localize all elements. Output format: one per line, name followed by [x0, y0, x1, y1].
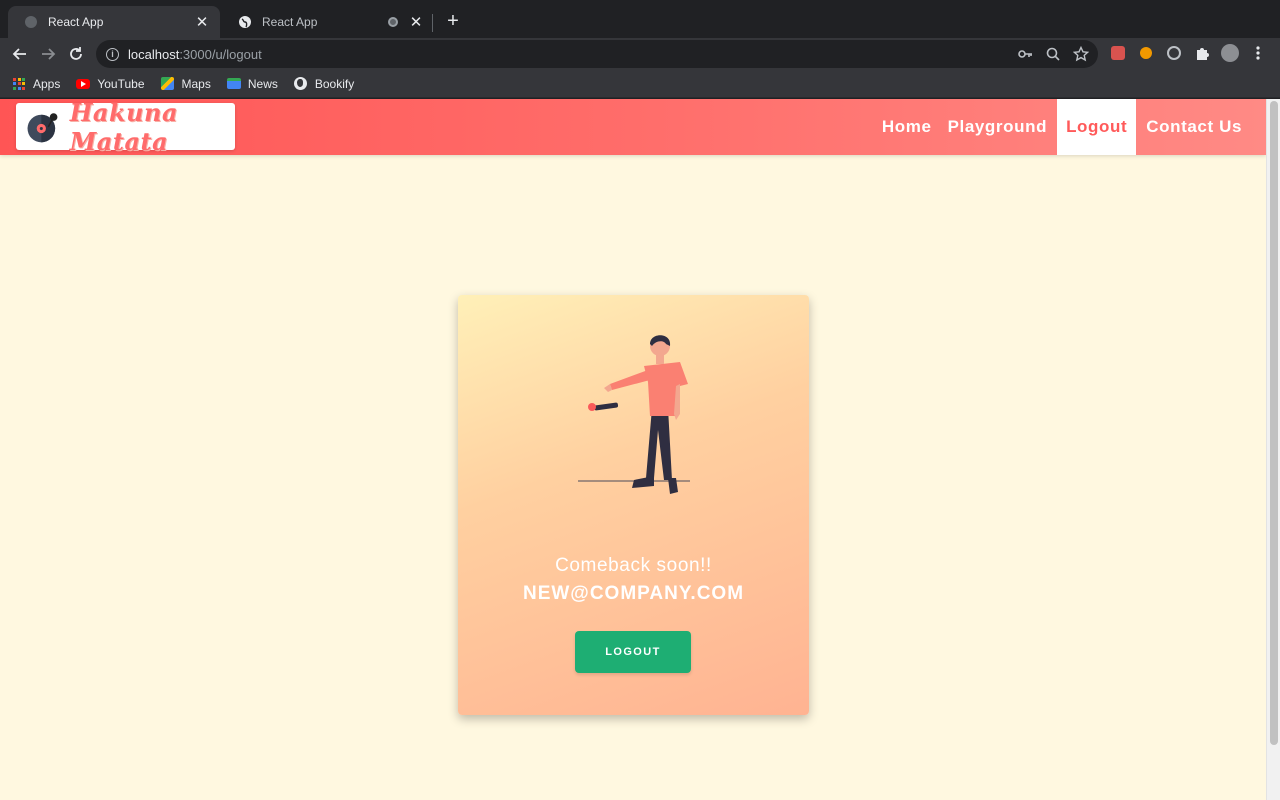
tab-favicon-icon — [24, 15, 38, 29]
tab-title: React App — [262, 15, 318, 29]
page-viewport: Hakuna Matata Home Playground Logout Con… — [0, 99, 1280, 800]
user-email: NEW@COMPANY.COM — [522, 583, 745, 604]
main-nav: Home Playground Logout Contact Us — [874, 99, 1266, 155]
bookmark-label: Bookify — [314, 76, 355, 91]
site-info-icon[interactable]: i — [106, 47, 119, 61]
comeback-message: Comeback soon!! — [555, 555, 712, 576]
tab-close-icon[interactable]: ✕ — [194, 13, 210, 31]
bookmark-label: YouTube — [97, 76, 145, 91]
bookmark-star-icon[interactable] — [1072, 44, 1090, 64]
news-icon — [226, 77, 241, 91]
browser-tab-inactive[interactable]: React App ✕ — [222, 6, 434, 38]
bookmark-label: Maps — [181, 76, 211, 91]
bookmark-bookify[interactable]: Bookify — [294, 77, 354, 91]
logout-card: Comeback soon!! NEW@COMPANY.COM LOGOUT — [458, 295, 809, 715]
browser-tab-strip: React App ✕ React App ✕ + — [0, 0, 1280, 38]
globe-icon — [294, 77, 308, 91]
page-scrollbar[interactable] — [1266, 99, 1280, 800]
forward-arrow-icon[interactable] — [36, 42, 60, 66]
zoom-icon[interactable] — [1044, 44, 1062, 64]
logo-text: Hakuna Matata — [69, 99, 179, 156]
person-dropping-mic-illustration — [578, 335, 690, 494]
profile-avatar[interactable] — [1220, 42, 1240, 64]
bookmark-apps[interactable]: Apps — [12, 77, 60, 91]
bookmark-label: Apps — [33, 76, 61, 91]
tab-separator — [432, 14, 433, 32]
puzzle-icon[interactable] — [1192, 42, 1212, 64]
nav-contact-us[interactable]: Contact Us — [1138, 99, 1266, 155]
tab-close-icon[interactable]: ✕ — [408, 13, 424, 31]
scrollbar-thumb[interactable] — [1270, 101, 1278, 745]
reload-icon[interactable] — [64, 42, 88, 66]
bookmark-maps[interactable]: Maps — [161, 77, 211, 91]
address-bar[interactable]: i localhost :3000/u/logout — [96, 40, 1098, 68]
apps-grid-icon — [12, 77, 26, 91]
tab-globe-icon — [238, 15, 252, 29]
new-tab-button[interactable]: + — [442, 10, 464, 32]
tab-recording-indicator-icon — [388, 17, 398, 27]
bookmark-news[interactable]: News — [226, 76, 278, 91]
extension-red-icon[interactable] — [1108, 42, 1128, 64]
extension-ring-icon[interactable] — [1164, 42, 1184, 64]
nav-playground[interactable]: Playground — [940, 99, 1056, 155]
browser-toolbar: i localhost :3000/u/logout — [0, 38, 1280, 70]
key-icon[interactable] — [1016, 44, 1034, 64]
url-path: :3000/u/logout — [179, 46, 262, 62]
logo[interactable]: Hakuna Matata — [16, 99, 235, 156]
url-host: localhost — [128, 46, 180, 62]
nav-home[interactable]: Home — [874, 99, 940, 155]
bookmark-label: News — [247, 76, 278, 91]
bookmarks-bar: Apps YouTube Maps News Bookify — [0, 70, 1280, 98]
kebab-menu-icon[interactable] — [1248, 42, 1268, 64]
bookmark-youtube[interactable]: YouTube — [76, 76, 145, 91]
tab-title: React App — [48, 15, 104, 29]
maps-icon — [161, 77, 175, 91]
extension-orange-icon[interactable] — [1136, 42, 1156, 64]
back-arrow-icon[interactable] — [8, 42, 32, 66]
youtube-icon — [76, 77, 91, 91]
browser-tab-active[interactable]: React App ✕ — [8, 6, 220, 38]
vinyl-record-icon — [27, 112, 58, 142]
app-header: Hakuna Matata Home Playground Logout Con… — [0, 99, 1266, 156]
nav-logout[interactable]: Logout — [1057, 99, 1137, 155]
logout-button[interactable]: LOGOUT — [575, 631, 691, 673]
